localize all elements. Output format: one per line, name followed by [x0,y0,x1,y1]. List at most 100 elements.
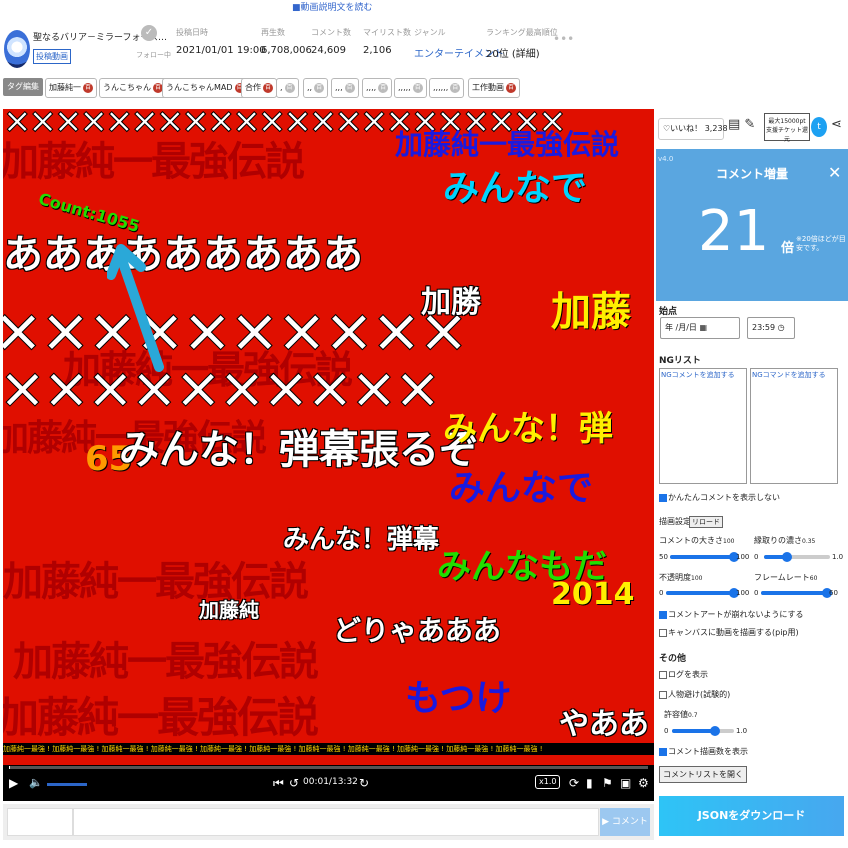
dictionary-icon[interactable]: 百 [83,82,93,93]
tag-item[interactable]: 加藤純一百 [45,78,97,98]
dictionary-icon[interactable]: 百 [344,82,355,93]
person-avoid-checkbox[interactable]: 人物避け(試験的) [659,689,730,700]
pip-canvas-checkbox[interactable]: キャンバスに動画を描画する(pip用) [659,627,799,638]
slider-thumb[interactable] [782,552,793,562]
speed-button[interactable]: x1.0 [535,775,561,789]
slider-min: 50 [659,553,668,561]
comment-icon[interactable]: ▮ [586,775,593,791]
settings-icon[interactable]: ⚙ [638,775,649,791]
tolerance-slider[interactable] [672,726,734,736]
outline-slider[interactable] [764,552,830,562]
slider-max: 60 [829,589,838,597]
checkbox-checked[interactable] [659,493,667,502]
comment-toggle-icon[interactable]: ⚑ [602,775,613,791]
replay-icon[interactable]: ↺ [289,775,299,791]
checkbox-unchecked[interactable] [659,690,667,699]
close-icon[interactable]: ✕ [828,163,841,182]
calendar-icon[interactable]: ▦ [699,323,707,332]
tag-item[interactable]: ,,, 百 [331,78,359,98]
stat-posted: 投稿日時 2021/01/01 19:00 [176,28,266,56]
slider-label: コメントの大きさ100 [659,536,735,545]
framerate-slider[interactable] [761,588,832,598]
tag-item[interactable]: 工作動画百 [468,78,520,98]
twitter-icon[interactable]: t [811,117,827,137]
clock-icon[interactable]: ◷ [778,323,785,332]
pip-icon[interactable]: ▣ [620,775,631,791]
checkbox-checked[interactable] [659,610,667,619]
danmaku-bg: 加藤純一最強伝説 [13,639,319,685]
keep-art-checkbox[interactable]: コメントアートが崩れないようにする [659,609,803,620]
tag-item[interactable]: ,, 百 [303,78,329,98]
channel-badge[interactable]: 投稿動画 [33,49,71,64]
dictionary-icon[interactable]: 百 [314,82,325,93]
skip-back-icon[interactable]: ⏮ [273,775,284,791]
follow-label[interactable]: フォロー中 [136,50,171,60]
dictionary-icon[interactable]: 百 [284,82,295,93]
comment-increase-panel: v4.0 コメント増量 ✕ 21 倍 ※20倍ほどが目安です。 [656,149,848,301]
tag-edit-button[interactable]: タグ編集 [3,78,43,96]
dictionary-icon[interactable]: 百 [263,82,273,93]
dictionary-icon[interactable]: 百 [450,82,461,93]
tag-item[interactable]: うんこちゃん百 [99,78,167,98]
dictionary-icon[interactable]: 百 [412,82,423,93]
more-menu-icon[interactable]: ••• [553,32,574,46]
stat-views: 再生数 6,708,006 [261,28,312,56]
slider-label: 縁取りの濃さ0.35 [754,536,816,545]
slider-thumb[interactable] [710,726,721,736]
volume-slider[interactable] [47,783,87,786]
video-header: 聖なるバリア－ミラーフォース… 投稿動画 ✓ フォロー中 投稿日時 2021/0… [0,12,848,74]
ng-title: NGリスト [659,356,701,366]
stat-ranking[interactable]: ランキング最高順位 20位 (詳細) [486,27,558,60]
loop-icon[interactable]: ⟳ [569,775,579,791]
checkbox-checked[interactable] [659,747,667,756]
opacity-slider[interactable] [666,588,739,598]
danmaku-bg: 加藤純一最強伝説 [3,559,309,605]
hide-easy-comment-checkbox[interactable]: かんたんコメントを表示しない [659,492,780,503]
stat-comments: コメント数 24,609 [311,28,351,56]
size-slider[interactable] [670,552,739,562]
ng-command-list[interactable]: NGコマンドを追加する [750,368,838,484]
dictionary-icon[interactable]: 百 [506,82,516,93]
mylist-icon[interactable]: ▤ ✎ [728,117,755,132]
ng-comment-list[interactable]: NGコメントを追加する [659,368,747,484]
tag-item[interactable]: ,,,,, 百 [394,78,427,98]
video-frame[interactable]: 加藤純一最強伝説 加藤純一最強伝説 加藤純一最強伝説 加藤純一最強伝説 加藤純一… [3,109,654,765]
download-json-button[interactable]: JSONをダウンロード [659,796,844,836]
start-label: 始点 [659,307,678,317]
tolerance-label: 許容値0.7 [664,710,698,719]
forward-icon[interactable]: ↻ [359,775,369,791]
show-log-checkbox[interactable]: ログを表示 [659,669,708,680]
increase-note: ※20倍ほどが目安です。 [796,235,846,252]
tag-item[interactable]: ,百 [276,78,299,98]
seek-bar[interactable] [9,766,648,769]
comment: みんな！弾 [443,409,613,449]
check-icon[interactable]: ✓ [141,25,157,41]
dictionary-icon[interactable]: 百 [378,82,389,93]
like-button[interactable]: ♡いいね！ 3,238 [658,118,728,140]
reload-button[interactable]: リロード [689,516,723,528]
comment: みんな！弾幕張るぞ [119,427,479,473]
tag-item[interactable]: 合作百 [241,78,277,98]
show-count-checkbox[interactable]: コメント描画数を表示 [659,746,748,757]
video-player[interactable]: 加藤純一最強伝説 加藤純一最強伝説 加藤純一最強伝説 加藤純一最強伝説 加藤純一… [3,109,654,801]
open-comment-list-button[interactable]: コメントリストを開く [659,766,747,783]
comment-input[interactable] [73,808,599,836]
channel-avatar[interactable] [4,30,30,68]
time-input[interactable]: 23:59 ◷ [747,317,795,339]
volume-icon[interactable]: 🔈 [29,775,43,791]
date-input[interactable]: 年 /月/日 ▦ [660,317,740,339]
tag-item[interactable]: ,,,,,, 百 [429,78,465,98]
slider-min: 0 [664,727,669,735]
comment: あああああああああ [3,232,363,278]
share-icon[interactable]: ⋖ [831,117,842,132]
tag-item[interactable]: ,,,, 百 [362,78,393,98]
promo-button[interactable]: 最大15000pt 支援チケット還元 [764,113,810,143]
comment: みんな！弾幕 [283,525,440,555]
checkbox-unchecked[interactable] [659,628,667,637]
comment-send-button[interactable]: ▶ コメント [600,808,650,836]
command-input[interactable] [7,808,73,836]
checkbox-unchecked[interactable] [659,670,667,679]
play-icon[interactable]: ▶ [9,775,18,791]
slider-label: 不透明度100 [659,573,703,582]
tag-item[interactable]: うんこちゃんMAD 百 [162,78,249,98]
